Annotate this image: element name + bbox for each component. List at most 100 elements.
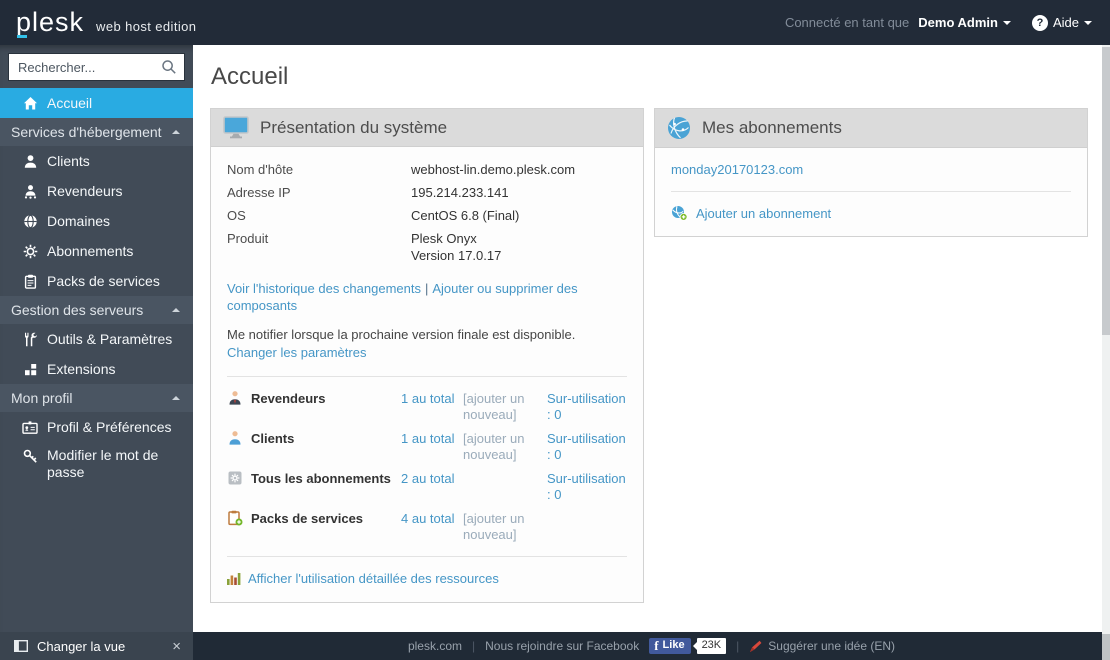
suggest-idea-label[interactable]: Suggérer une idée (EN) — [768, 639, 895, 653]
monitor-icon — [223, 116, 249, 139]
facebook-like-button[interactable]: f Like — [649, 638, 691, 654]
sidebar-item-tools-settings[interactable]: Outils & Paramètres — [0, 324, 193, 354]
globe-icon — [22, 214, 38, 229]
tools-icon — [22, 332, 38, 347]
change-settings-link[interactable]: Changer les paramètres — [227, 345, 366, 360]
link-separator: | — [424, 281, 429, 296]
id-card-icon — [22, 420, 38, 435]
add-subscription-link[interactable]: Ajouter un abonnement — [696, 206, 831, 221]
gear-icon — [22, 244, 38, 259]
sidebar-item-clients[interactable]: Clients — [0, 146, 193, 176]
add-new-link[interactable]: [ajouter un nouveau] — [463, 391, 543, 422]
home-icon — [22, 96, 38, 111]
subscription-domain-link[interactable]: monday20170123.com — [671, 162, 803, 177]
scrollbar-track[interactable] — [1102, 45, 1110, 660]
info-label: Produit — [227, 231, 269, 246]
divider — [227, 376, 627, 377]
facebook-f-icon: f — [654, 638, 659, 653]
add-new-link[interactable]: [ajouter un nouveau] — [463, 511, 543, 542]
resource-usage-link[interactable]: Afficher l'utilisation détaillée des res… — [248, 571, 499, 586]
product-name: Plesk Onyx — [411, 231, 477, 246]
overuse-link[interactable]: Sur-utilisation : 0 — [547, 431, 627, 462]
facebook-like-widget[interactable]: f Like 23K — [649, 638, 727, 654]
summary-label: Revendeurs — [251, 391, 326, 406]
info-label: Nom d'hôte — [227, 162, 294, 177]
sidebar: Accueil Services d'hébergement Clients R… — [0, 45, 193, 632]
footer-divider: | — [472, 639, 476, 653]
sidebar-item-label: Profil & Préférences — [47, 418, 172, 435]
like-count-badge: 23K — [692, 638, 727, 654]
edition-label: web host edition — [96, 19, 197, 34]
close-icon[interactable]: × — [172, 639, 181, 654]
idea-icon — [749, 640, 762, 653]
user-menu[interactable]: Demo Admin — [918, 15, 1011, 30]
window-layout-icon — [14, 640, 28, 652]
add-new-link[interactable]: [ajouter un nouveau] — [463, 431, 543, 462]
suggest-idea-link[interactable]: Suggérer une idée (EN) — [749, 639, 895, 653]
sidebar-section-my-profile[interactable]: Mon profil — [0, 384, 193, 412]
info-row-os: OS CentOS 6.8 (Final) — [227, 208, 627, 223]
reseller-person-icon — [227, 390, 243, 406]
connected-as-label: Connecté en tant que — [784, 15, 910, 30]
chevron-down-icon — [1002, 20, 1011, 29]
add-new-link — [463, 471, 543, 502]
globe-sphere-icon — [667, 116, 691, 140]
info-value: CentOS 6.8 (Final) — [411, 208, 520, 223]
sidebar-section-hosting-services[interactable]: Services d'hébergement — [0, 118, 193, 146]
help-menu[interactable]: ? Aide — [1031, 14, 1092, 31]
sidebar-section-label: Mon profil — [11, 390, 73, 406]
sidebar-item-label: Clients — [47, 152, 90, 169]
info-label: OS — [227, 208, 246, 223]
chevron-down-icon — [1084, 20, 1092, 29]
facebook-link[interactable]: Nous rejoindre sur Facebook — [485, 639, 639, 653]
notify-text: Me notifier lorsque la prochaine version… — [227, 327, 576, 342]
sidebar-item-service-plans[interactable]: Packs de services — [0, 266, 193, 296]
sidebar-item-home[interactable]: Accueil — [0, 88, 193, 118]
sidebar-item-extensions[interactable]: Extensions — [0, 354, 193, 384]
reseller-icon — [22, 184, 38, 199]
clipboard-icon — [22, 274, 38, 289]
product-version: Version 17.0.17 — [411, 248, 502, 263]
info-value: Plesk Onyx Version 17.0.17 — [411, 231, 501, 265]
panel-title: Présentation du système — [260, 117, 448, 137]
scrollbar-corner — [1102, 634, 1110, 660]
sidebar-item-domains[interactable]: Domaines — [0, 206, 193, 236]
total-link[interactable]: 2 au total — [401, 471, 459, 502]
info-row-ip: Adresse IP 195.214.233.141 — [227, 185, 627, 200]
sidebar-item-resellers[interactable]: Revendeurs — [0, 176, 193, 206]
chevron-up-icon — [172, 392, 180, 400]
chevron-up-icon — [172, 126, 180, 134]
plesk-logo[interactable]: plesk web host edition — [16, 0, 196, 45]
search-input[interactable] — [8, 53, 185, 81]
user-icon — [22, 154, 38, 169]
view-switcher[interactable]: Changer la vue × — [0, 632, 193, 660]
page-title: Accueil — [211, 63, 289, 90]
like-label: Like — [662, 639, 685, 651]
sidebar-item-label: Modifier le mot de passe — [47, 447, 159, 480]
sidebar-item-label: Accueil — [47, 94, 93, 111]
subscriptions-panel: Mes abonnements monday20170123.com Ajout… — [654, 108, 1088, 237]
overuse-link[interactable]: Sur-utilisation : 0 — [547, 471, 627, 502]
system-overview-panel: Présentation du système Nom d'hôte webho… — [210, 108, 644, 603]
plesk-com-link[interactable]: plesk.com — [408, 639, 462, 653]
blocks-icon — [22, 362, 38, 377]
summary-row-subscriptions: Tous les abonnements 2 au total Sur-util… — [227, 471, 627, 502]
total-link[interactable]: 1 au total — [401, 391, 459, 422]
sidebar-item-label: Abonnements — [47, 242, 134, 259]
panel-title: Mes abonnements — [702, 118, 842, 137]
gear-box-icon — [227, 470, 243, 486]
overuse-link[interactable]: Sur-utilisation : 0 — [547, 391, 627, 422]
search-icon[interactable] — [161, 59, 177, 75]
sidebar-item-change-password[interactable]: Modifier le mot de passe — [0, 442, 193, 486]
sidebar-item-profile-preferences[interactable]: Profil & Préférences — [0, 412, 193, 442]
total-link[interactable]: 4 au total — [401, 511, 459, 542]
plesk-logo-text: plesk — [16, 7, 85, 37]
scrollbar-thumb[interactable] — [1102, 47, 1110, 335]
changelog-link[interactable]: Voir l'historique des changements — [227, 281, 421, 296]
info-row-product: Produit Plesk Onyx Version 17.0.17 — [227, 231, 627, 265]
sidebar-item-subscriptions[interactable]: Abonnements — [0, 236, 193, 266]
sidebar-section-server-management[interactable]: Gestion des serveurs — [0, 296, 193, 324]
key-icon — [22, 449, 38, 464]
total-link[interactable]: 1 au total — [401, 431, 459, 462]
summary-row-clients: Clients 1 au total [ajouter un nouveau] … — [227, 431, 627, 462]
